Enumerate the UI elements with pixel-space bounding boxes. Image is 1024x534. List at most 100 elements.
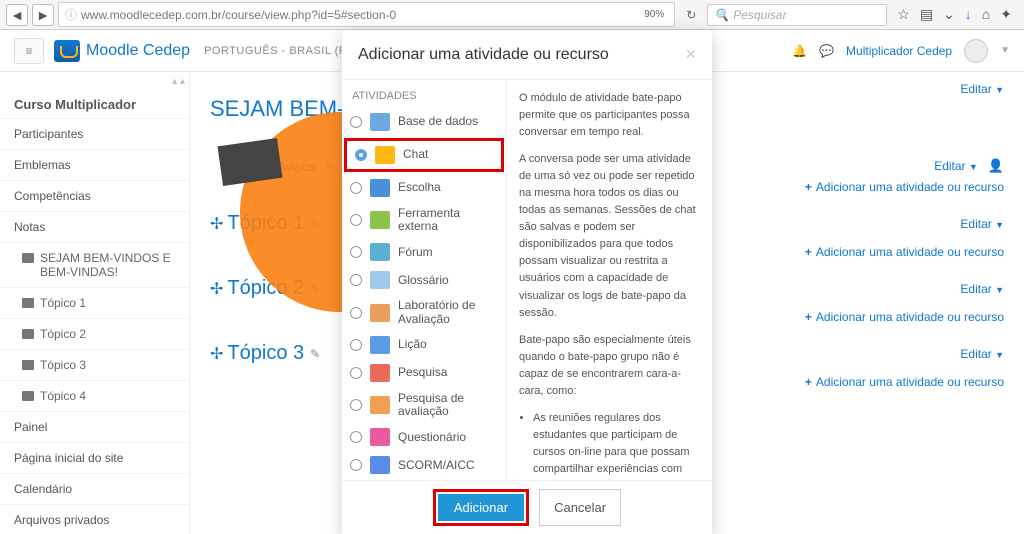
sidebar-site-item[interactable]: Página inicial do site — [0, 442, 189, 473]
activity-option[interactable]: Fórum — [342, 238, 506, 266]
cancel-button[interactable]: Cancelar — [539, 489, 621, 526]
radio-input[interactable] — [350, 339, 362, 351]
activity-label: Questionário — [398, 431, 466, 444]
zoom-indicator[interactable]: 90% — [640, 8, 668, 21]
move-icon[interactable]: ✢ — [210, 214, 223, 234]
sidebar-section-item[interactable]: Tópico 2 — [0, 318, 189, 349]
radio-input[interactable] — [350, 399, 362, 411]
bookmark-icon[interactable]: ☆ — [897, 6, 910, 23]
activity-icon — [370, 456, 390, 474]
addons-icon[interactable]: ✦ — [1000, 6, 1012, 23]
pocket-icon[interactable]: ⌄ — [943, 6, 955, 23]
activity-label: Base de dados — [398, 115, 478, 128]
folder-icon — [22, 391, 34, 401]
sidebar-item[interactable]: Emblemas — [0, 149, 189, 180]
user-dropdown-icon[interactable]: ▼ — [1000, 45, 1010, 56]
activity-icon — [370, 304, 390, 322]
downloads-icon[interactable]: ↓ — [965, 6, 972, 23]
activity-option[interactable]: Base de dados — [342, 108, 506, 136]
url-input[interactable]: ⓘ www.moodlecedep.com.br/course/view.php… — [58, 2, 675, 27]
activity-label: Lição — [398, 338, 427, 351]
activity-option[interactable]: Questionário — [342, 423, 506, 451]
section-edit-menu[interactable]: Editar ▼ — [960, 282, 1004, 296]
activity-icon — [375, 146, 395, 164]
brand-link[interactable]: Moodle Cedep — [54, 40, 190, 62]
activity-icon — [370, 113, 390, 131]
messages-icon[interactable]: 💬 — [819, 44, 834, 58]
activity-label: Glossário — [398, 274, 449, 287]
brand-logo — [54, 40, 80, 62]
reader-icon[interactable]: ▤ — [920, 6, 933, 23]
sidebar-site-item[interactable]: Calendário — [0, 473, 189, 504]
activity-option[interactable]: Glossário — [342, 266, 506, 294]
section-edit-menu[interactable]: Editar ▼ — [960, 217, 1004, 231]
welcome-illustration — [220, 112, 360, 212]
user-icon[interactable]: 👤 — [988, 158, 1004, 174]
radio-input[interactable] — [350, 246, 362, 258]
radio-input[interactable] — [350, 214, 362, 226]
user-menu[interactable]: Multiplicador Cedep — [846, 44, 952, 58]
activity-label: Pesquisa — [398, 366, 447, 379]
avisos-edit-menu[interactable]: Editar ▼ — [934, 159, 978, 173]
activity-icon — [370, 243, 390, 261]
back-button[interactable]: ◄ — [6, 4, 28, 26]
sidebar-scroll-up[interactable]: ▴ ▴ — [172, 76, 185, 87]
activities-header: ATIVIDADES — [342, 80, 506, 108]
forward-button[interactable]: ► — [32, 4, 54, 26]
activity-option[interactable]: Pesquisa — [342, 359, 506, 387]
activity-icon — [370, 271, 390, 289]
activity-icon — [370, 336, 390, 354]
sidebar-section-item[interactable]: SEJAM BEM-VINDOS E BEM-VINDAS! — [0, 242, 189, 287]
add-button-highlight: Adicionar — [433, 489, 529, 526]
activity-option[interactable]: Lição — [342, 331, 506, 359]
bell-icon[interactable]: 🔔 — [792, 44, 807, 58]
activity-option[interactable]: Pesquisa de avaliação — [342, 387, 506, 423]
activity-label: SCORM/AICC — [398, 459, 475, 472]
radio-input[interactable] — [350, 367, 362, 379]
close-icon[interactable]: × — [685, 44, 696, 65]
sidebar-section-item[interactable]: Tópico 4 — [0, 380, 189, 411]
sidebar-item[interactable]: Notas — [0, 211, 189, 242]
browser-search-input[interactable]: 🔍 Pesquisar — [707, 4, 887, 26]
reload-button[interactable]: ↻ — [679, 8, 703, 22]
folder-icon — [22, 329, 34, 339]
activity-list: ATIVIDADES Base de dados Chat Escolha Ferra… — [342, 80, 507, 480]
menu-toggle[interactable]: ≡ — [14, 38, 44, 64]
radio-input[interactable] — [350, 116, 362, 128]
section-edit-menu[interactable]: Editar ▼ — [960, 347, 1004, 361]
edit-icon[interactable]: ✎ — [310, 347, 320, 361]
activity-option[interactable]: Ferramenta externa — [342, 202, 506, 238]
radio-input[interactable] — [350, 431, 362, 443]
radio-input[interactable] — [350, 182, 362, 194]
sidebar-section-item[interactable]: Tópico 3 — [0, 349, 189, 380]
sidebar-item[interactable]: Competências — [0, 180, 189, 211]
sidebar-course-title[interactable]: Curso Multiplicador — [0, 87, 189, 118]
sidebar-site-item[interactable]: Painel — [0, 411, 189, 442]
radio-input[interactable] — [350, 307, 362, 319]
activity-option[interactable]: Chat — [344, 138, 504, 172]
activity-label: Escolha — [398, 181, 441, 194]
activity-icon — [370, 396, 390, 414]
activity-option[interactable]: Laboratório de Avaliação — [342, 294, 506, 330]
radio-input[interactable] — [350, 274, 362, 286]
activity-label: Ferramenta externa — [398, 207, 498, 233]
add-activity-modal: Adicionar uma atividade ou recurso × ATI… — [342, 30, 712, 534]
section-title-link[interactable]: Tópico 3 — [227, 342, 304, 365]
move-icon[interactable]: ✢ — [210, 279, 223, 299]
sidebar-site-item[interactable]: Arquivos privados — [0, 504, 189, 534]
sidebar-section-item[interactable]: Tópico 1 — [0, 287, 189, 318]
home-icon[interactable]: ⌂ — [982, 6, 990, 23]
activity-option[interactable]: SCORM/AICC — [342, 451, 506, 479]
folder-icon — [22, 360, 34, 370]
browser-toolbar: ◄ ► ⓘ www.moodlecedep.com.br/course/view… — [0, 0, 1024, 30]
move-icon[interactable]: ✢ — [210, 344, 223, 364]
radio-input[interactable] — [355, 149, 367, 161]
activity-icon — [370, 211, 390, 229]
avatar[interactable] — [964, 39, 988, 63]
sidebar-item[interactable]: Participantes — [0, 118, 189, 149]
activity-label: Laboratório de Avaliação — [398, 299, 498, 325]
radio-input[interactable] — [350, 459, 362, 471]
activity-option[interactable]: Escolha — [342, 174, 506, 202]
activity-icon — [370, 364, 390, 382]
add-button[interactable]: Adicionar — [438, 494, 524, 521]
